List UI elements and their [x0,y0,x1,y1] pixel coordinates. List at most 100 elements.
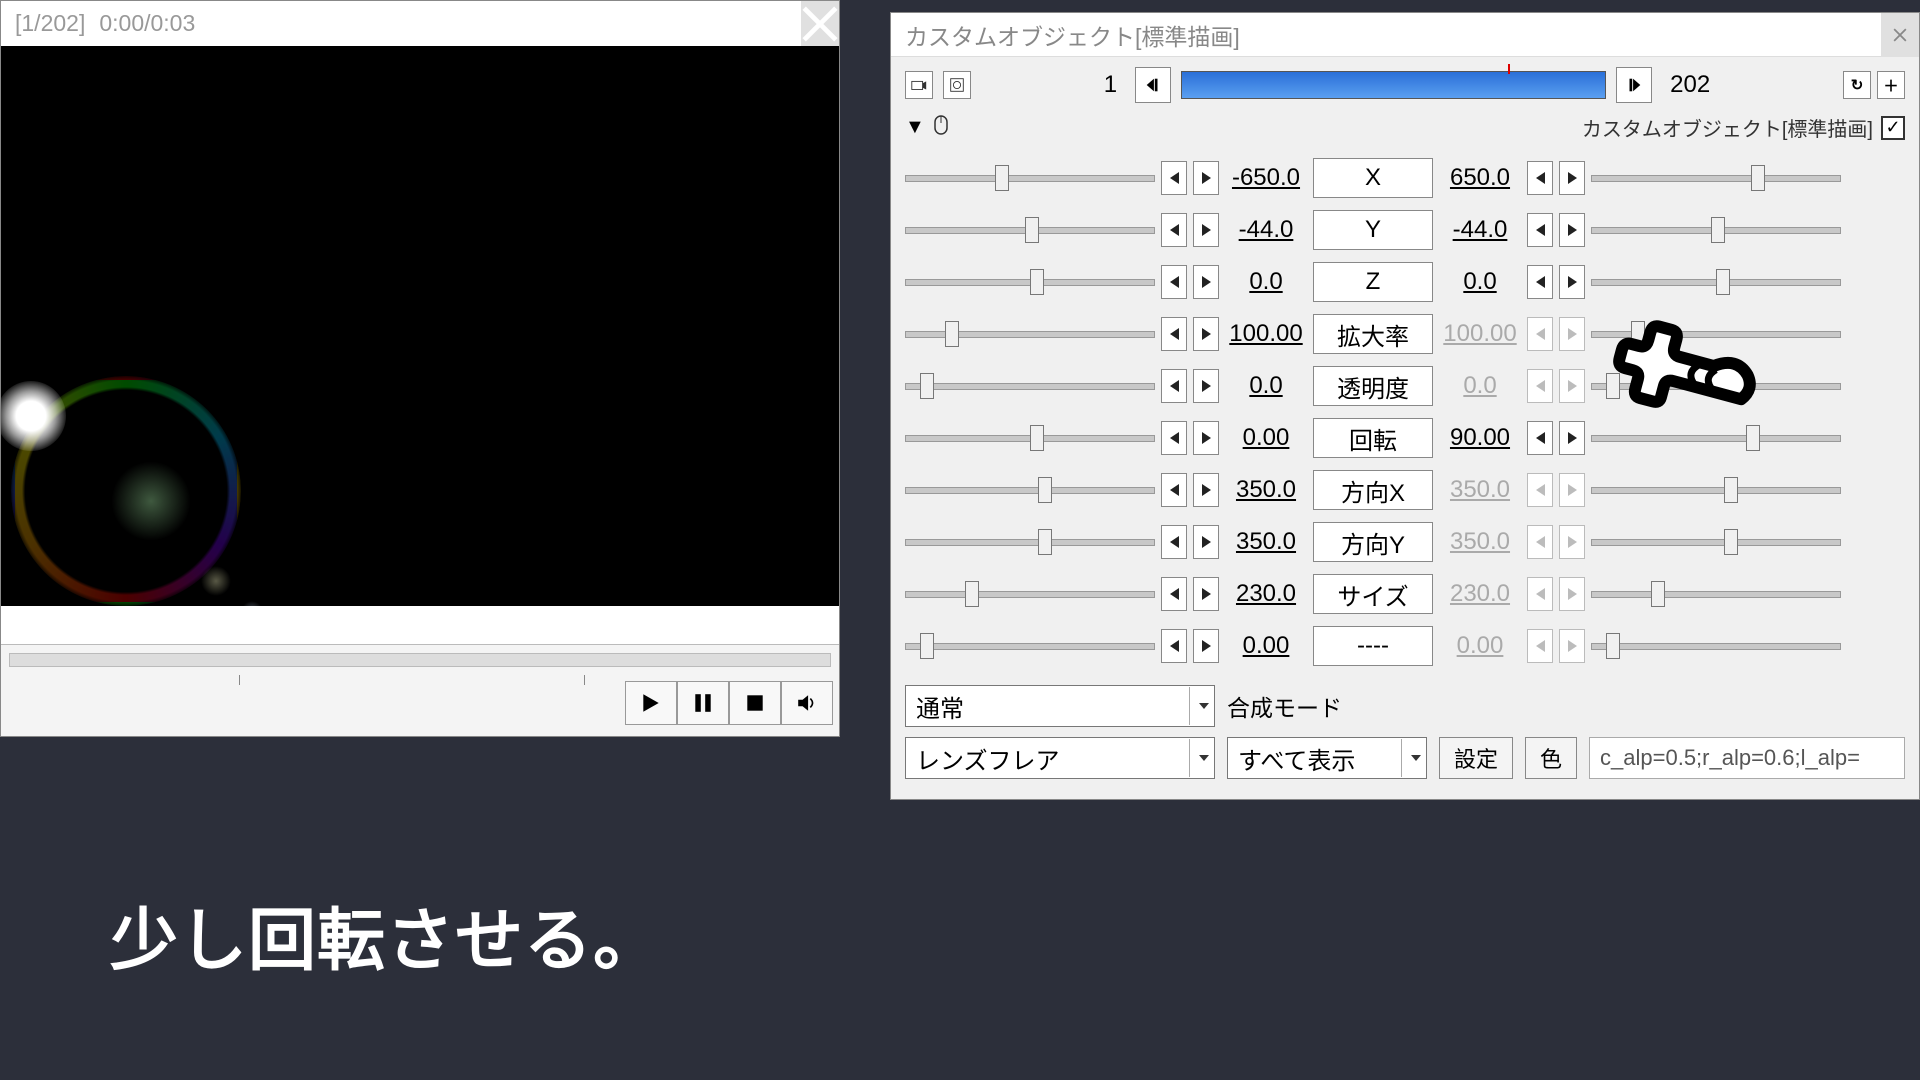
increment-button[interactable] [1193,473,1219,507]
param-row-X: -650.0X650.0 [905,152,1905,204]
decrement-button[interactable] [1527,421,1553,455]
decrement-button[interactable] [1161,629,1187,663]
increment-button[interactable] [1193,629,1219,663]
slider-right[interactable] [1591,171,1841,185]
slider-left[interactable] [905,171,1155,185]
value-right[interactable]: 100.00 [1439,320,1521,348]
slider-right[interactable] [1591,223,1841,237]
slider-right[interactable] [1591,535,1841,549]
increment-button[interactable] [1559,161,1585,195]
value-right[interactable]: 0.0 [1439,372,1521,400]
value-left[interactable]: -44.0 [1225,216,1307,244]
settings-button[interactable]: 設定 [1439,737,1513,779]
decrement-button[interactable] [1161,265,1187,299]
decrement-button[interactable] [1161,525,1187,559]
expand-toggle[interactable]: ▼ [905,116,925,139]
param-label-button[interactable]: サイズ [1313,574,1433,614]
slider-left[interactable] [905,379,1155,393]
color-button[interactable]: 色 [1525,737,1577,779]
param-label-button[interactable]: 拡大率 [1313,314,1433,354]
value-left[interactable]: 350.0 [1225,528,1307,556]
value-right[interactable]: 0.00 [1439,632,1521,660]
decrement-button[interactable] [1527,265,1553,299]
increment-button[interactable] [1193,369,1219,403]
grid-icon[interactable] [943,71,971,99]
value-right[interactable]: -44.0 [1439,216,1521,244]
value-right[interactable]: 230.0 [1439,580,1521,608]
param-label-button[interactable]: 透明度 [1313,366,1433,406]
slider-left[interactable] [905,431,1155,445]
slider-left[interactable] [905,587,1155,601]
timeline-track[interactable] [1181,71,1606,99]
chevron-down-icon [1189,739,1213,777]
add-icon[interactable]: ＋ [1877,71,1905,99]
refresh-icon[interactable]: ↻ [1843,71,1871,99]
increment-button[interactable] [1559,213,1585,247]
slider-right[interactable] [1591,587,1841,601]
display-mode-dropdown[interactable]: すべて表示 [1227,737,1427,779]
decrement-button[interactable] [1161,577,1187,611]
pause-button[interactable] [677,681,729,725]
prev-keyframe-button[interactable] [1135,67,1171,103]
stop-button[interactable] [729,681,781,725]
increment-button[interactable] [1193,213,1219,247]
increment-button[interactable] [1193,161,1219,195]
mouse-icon[interactable] [933,115,949,141]
decrement-button[interactable] [1527,161,1553,195]
param-label-button[interactable]: Z [1313,262,1433,302]
decrement-button[interactable] [1527,213,1553,247]
params-string-field[interactable]: c_alp=0.5;r_alp=0.6;l_alp= [1589,737,1905,779]
decrement-button[interactable] [1161,473,1187,507]
play-button[interactable] [625,681,677,725]
blend-mode-dropdown[interactable]: 通常 [905,685,1215,727]
decrement-button[interactable] [1161,213,1187,247]
slider-left[interactable] [905,327,1155,341]
value-left[interactable]: 350.0 [1225,476,1307,504]
value-left[interactable]: -650.0 [1225,164,1307,192]
value-right[interactable]: 0.0 [1439,268,1521,296]
decrement-button[interactable] [1161,317,1187,351]
param-label-button[interactable]: 方向Y [1313,522,1433,562]
increment-button[interactable] [1193,317,1219,351]
increment-button[interactable] [1193,265,1219,299]
value-left[interactable]: 0.00 [1225,424,1307,452]
close-button[interactable] [1881,13,1919,57]
increment-button[interactable] [1193,421,1219,455]
close-button[interactable] [801,1,839,46]
value-right[interactable]: 350.0 [1439,528,1521,556]
slider-left[interactable] [905,275,1155,289]
timeline-marker[interactable] [1508,64,1510,74]
decrement-button[interactable] [1161,421,1187,455]
slider-right[interactable] [1591,483,1841,497]
camera-icon[interactable] [905,71,933,99]
param-label-button[interactable]: 回転 [1313,418,1433,458]
slider-left[interactable] [905,483,1155,497]
increment-button[interactable] [1193,525,1219,559]
increment-button[interactable] [1193,577,1219,611]
param-label-button[interactable]: ---- [1313,626,1433,666]
value-right[interactable]: 90.00 [1439,424,1521,452]
value-left[interactable]: 0.0 [1225,268,1307,296]
value-right[interactable]: 650.0 [1439,164,1521,192]
next-keyframe-button[interactable] [1616,67,1652,103]
preview-window: [1/202] 0:00/0:03 [0,0,840,737]
slider-left[interactable] [905,535,1155,549]
param-label-button[interactable]: 方向X [1313,470,1433,510]
value-left[interactable]: 230.0 [1225,580,1307,608]
volume-button[interactable] [781,681,833,725]
slider-right[interactable] [1591,639,1841,653]
param-label-button[interactable]: X [1313,158,1433,198]
value-left[interactable]: 0.0 [1225,372,1307,400]
decrement-button[interactable] [1161,369,1187,403]
slider-left[interactable] [905,223,1155,237]
decrement-button[interactable] [1161,161,1187,195]
slider-left[interactable] [905,639,1155,653]
display-mode-value: すべて表示 [1238,741,1355,776]
value-left[interactable]: 100.00 [1225,320,1307,348]
effect-type-dropdown[interactable]: レンズフレア [905,737,1215,779]
value-right[interactable]: 350.0 [1439,476,1521,504]
value-left[interactable]: 0.00 [1225,632,1307,660]
enable-checkbox[interactable]: ✓ [1881,116,1905,140]
seek-bar[interactable] [9,653,831,667]
param-label-button[interactable]: Y [1313,210,1433,250]
